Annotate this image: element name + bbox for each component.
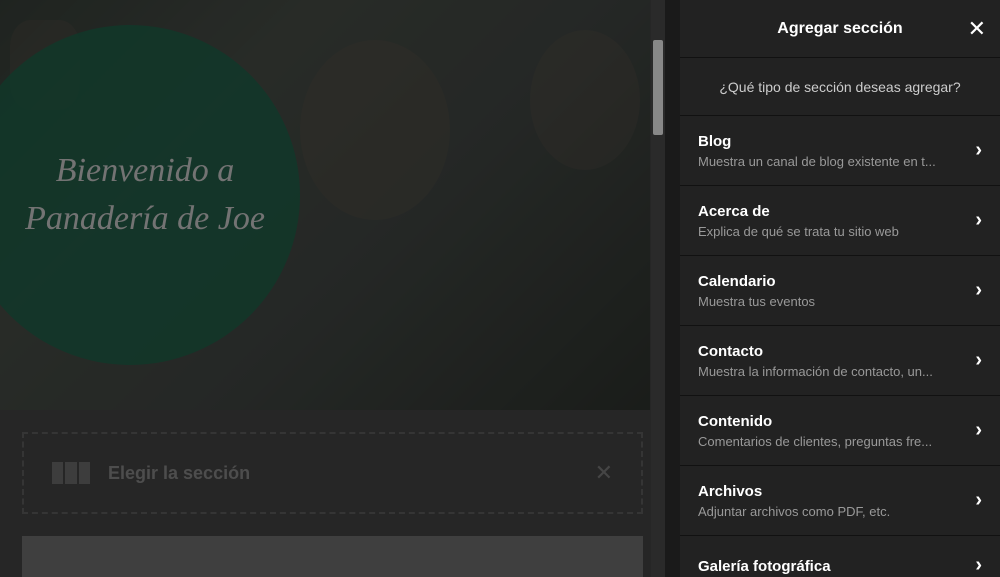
chevron-right-icon: › xyxy=(975,349,982,372)
list-item-desc: Muestra tus eventos xyxy=(698,294,965,309)
hero-welcome-text: Bienvenido a Panadería de Joe xyxy=(0,147,265,242)
list-item-text: Blog Muestra un canal de blog existente … xyxy=(698,133,965,169)
editor-canvas: Bienvenido a Panadería de Joe Elegir la … xyxy=(0,0,665,577)
panel-header: Agregar sección ✕ xyxy=(680,0,1000,58)
section-type-calendar[interactable]: Calendario Muestra tus eventos › xyxy=(680,256,1000,326)
list-item-title: Acerca de xyxy=(698,203,965,220)
list-item-desc: Muestra la información de contacto, un..… xyxy=(698,364,965,379)
list-item-title: Calendario xyxy=(698,273,965,290)
list-item-text: Contenido Comentarios de clientes, pregu… xyxy=(698,413,965,449)
add-section-panel: Agregar sección ✕ ¿Qué tipo de sección d… xyxy=(680,0,1000,577)
section-type-files[interactable]: Archivos Adjuntar archivos como PDF, etc… xyxy=(680,466,1000,536)
list-item-text: Galería fotográfica xyxy=(698,558,965,577)
list-item-title: Galería fotográfica xyxy=(698,558,965,575)
list-item-title: Blog xyxy=(698,133,965,150)
choose-section-left: Elegir la sección xyxy=(52,462,250,484)
list-item-desc: Adjuntar archivos como PDF, etc. xyxy=(698,504,965,519)
close-panel-button[interactable]: ✕ xyxy=(968,16,986,42)
next-section-strip xyxy=(22,536,643,577)
canvas-scrollbar-track[interactable] xyxy=(651,0,665,577)
list-item-text: Calendario Muestra tus eventos xyxy=(698,273,965,309)
section-type-blog[interactable]: Blog Muestra un canal de blog existente … xyxy=(680,116,1000,186)
hero-text-line1: Bienvenido a xyxy=(25,147,265,195)
canvas-scrollbar-thumb[interactable] xyxy=(653,40,663,135)
list-item-text: Acerca de Explica de qué se trata tu sit… xyxy=(698,203,965,239)
close-icon[interactable]: ✕ xyxy=(595,460,613,486)
list-item-text: Archivos Adjuntar archivos como PDF, etc… xyxy=(698,483,965,519)
hero-section[interactable]: Bienvenido a Panadería de Joe xyxy=(0,0,650,410)
chevron-right-icon: › xyxy=(975,209,982,232)
choose-section-label: Elegir la sección xyxy=(108,463,250,484)
chevron-right-icon: › xyxy=(975,139,982,162)
section-type-about[interactable]: Acerca de Explica de qué se trata tu sit… xyxy=(680,186,1000,256)
section-type-list: Blog Muestra un canal de blog existente … xyxy=(680,116,1000,577)
chevron-right-icon: › xyxy=(975,419,982,442)
list-item-title: Contenido xyxy=(698,413,965,430)
list-item-desc: Comentarios de clientes, preguntas fre..… xyxy=(698,434,965,449)
section-type-content[interactable]: Contenido Comentarios de clientes, pregu… xyxy=(680,396,1000,466)
chevron-right-icon: › xyxy=(975,554,982,577)
section-type-contact[interactable]: Contacto Muestra la información de conta… xyxy=(680,326,1000,396)
panel-subtitle: ¿Qué tipo de sección deseas agregar? xyxy=(680,58,1000,116)
list-item-title: Archivos xyxy=(698,483,965,500)
section-type-gallery[interactable]: Galería fotográfica › xyxy=(680,536,1000,577)
hero-text-line2: Panadería de Joe xyxy=(25,195,265,243)
choose-section-placeholder[interactable]: Elegir la sección ✕ xyxy=(22,432,643,514)
chevron-right-icon: › xyxy=(975,279,982,302)
chevron-right-icon: › xyxy=(975,489,982,512)
section-columns-icon xyxy=(52,462,90,484)
list-item-title: Contacto xyxy=(698,343,965,360)
list-item-desc: Muestra un canal de blog existente en t.… xyxy=(698,154,965,169)
panel-title: Agregar sección xyxy=(777,20,902,38)
list-item-text: Contacto Muestra la información de conta… xyxy=(698,343,965,379)
list-item-desc: Explica de qué se trata tu sitio web xyxy=(698,224,965,239)
